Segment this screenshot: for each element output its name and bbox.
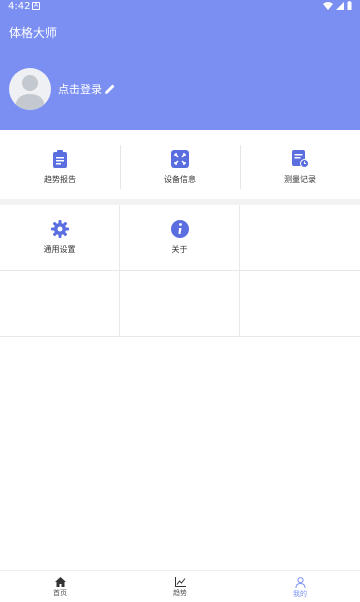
nav-trend[interactable]: 趋势 bbox=[120, 571, 240, 602]
avatar[interactable] bbox=[9, 68, 51, 110]
status-time: 4:42 bbox=[8, 1, 31, 12]
menu-grid-empty-cell bbox=[240, 205, 360, 271]
login-link[interactable]: 点击登录 bbox=[58, 81, 116, 97]
menu-item-device-info[interactable]: 设备信息 bbox=[120, 135, 240, 199]
menu-item-measure-record[interactable]: 测量记录 bbox=[240, 135, 360, 199]
menu-row-primary: 趋势报告 设备信息 测量记录 bbox=[0, 135, 360, 199]
menu-item-trend-report[interactable]: 趋势报告 bbox=[0, 135, 120, 199]
nav-label: 我的 bbox=[293, 589, 307, 598]
menu-item-about[interactable]: 关于 bbox=[120, 205, 240, 271]
edit-icon bbox=[105, 84, 115, 94]
menu-grid: 通用设置 关于 bbox=[0, 205, 360, 337]
menu-item-settings[interactable]: 通用设置 bbox=[0, 205, 120, 271]
battery-icon bbox=[347, 1, 352, 10]
user-avatar-icon bbox=[15, 75, 45, 110]
report-icon bbox=[53, 149, 67, 168]
menu-item-label: 通用设置 bbox=[43, 245, 76, 254]
profile-header: 4:42 A 体格大师 点击登录 bbox=[0, 0, 360, 130]
login-label: 点击登录 bbox=[58, 83, 102, 96]
nav-label: 首页 bbox=[53, 589, 67, 597]
menu-item-label: 关于 bbox=[171, 245, 188, 254]
trend-icon bbox=[174, 577, 186, 587]
profile-icon bbox=[295, 576, 305, 588]
notification-icon: A bbox=[32, 2, 40, 10]
menu-grid-empty-cell bbox=[240, 271, 360, 337]
menu-grid-empty-cell bbox=[120, 271, 240, 337]
gear-icon bbox=[50, 220, 69, 238]
info-icon bbox=[170, 220, 189, 238]
menu-grid-empty-cell bbox=[0, 271, 120, 337]
menu-item-label: 趋势报告 bbox=[44, 174, 76, 184]
record-icon bbox=[292, 149, 309, 168]
nav-label: 趋势 bbox=[173, 589, 187, 597]
signal-icon bbox=[336, 1, 344, 10]
wifi-icon bbox=[323, 1, 333, 10]
device-icon bbox=[171, 149, 189, 168]
menu-item-label: 设备信息 bbox=[164, 174, 196, 184]
app-title: 体格大师 bbox=[9, 26, 58, 40]
bottom-nav: 首页 趋势 我的 bbox=[0, 570, 360, 602]
nav-profile[interactable]: 我的 bbox=[240, 571, 360, 602]
nav-home[interactable]: 首页 bbox=[0, 571, 120, 602]
menu-item-label: 测量记录 bbox=[284, 174, 316, 184]
status-icons bbox=[323, 1, 352, 10]
home-icon bbox=[54, 577, 66, 587]
status-bar: 4:42 A bbox=[0, 0, 360, 14]
